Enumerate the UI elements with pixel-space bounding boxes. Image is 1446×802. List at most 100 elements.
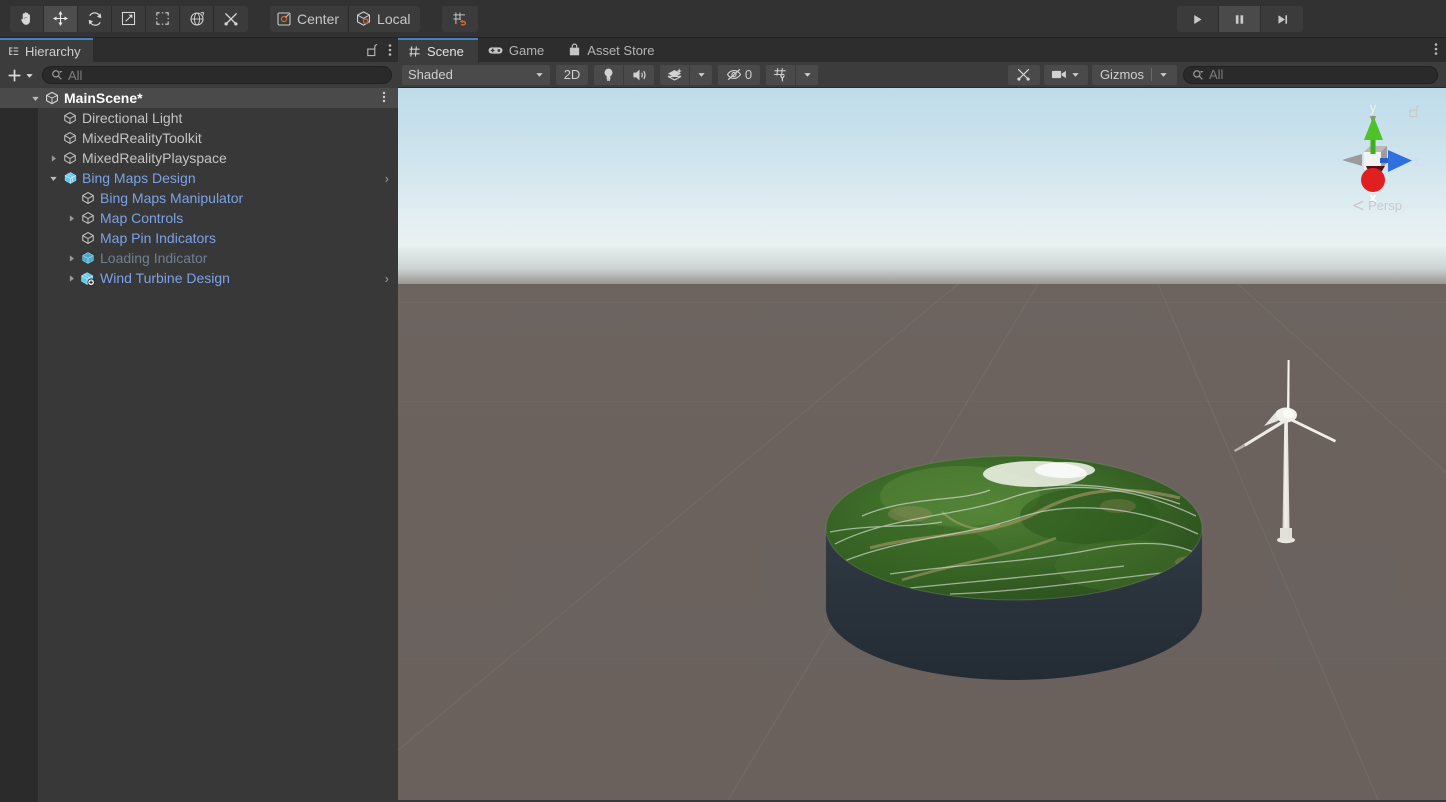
rect-tool-button[interactable] [146, 6, 180, 32]
pause-icon [1233, 13, 1246, 26]
hierarchy-twisty[interactable] [46, 168, 60, 188]
scene-panel-menu[interactable] [1434, 42, 1438, 61]
hierarchy-row-directional-light[interactable]: Directional Light [0, 108, 398, 128]
draw-mode-dropdown[interactable]: Shaded [402, 65, 550, 85]
gizmo-lock-button[interactable] [1407, 104, 1420, 123]
kebab-menu-icon[interactable] [388, 43, 392, 57]
scene-fx-dropdown[interactable] [690, 65, 712, 85]
axis-neg-z[interactable] [1342, 154, 1362, 166]
hidden-objects-count: 0 [745, 67, 752, 82]
hierarchy-row-label: Map Pin Indicators [100, 230, 216, 246]
scene-audio-toggle[interactable] [624, 65, 654, 85]
pause-button[interactable] [1219, 6, 1261, 32]
hand-tool-button[interactable] [10, 6, 44, 32]
prefab-open-chevron[interactable]: › [385, 171, 389, 186]
mode-2d-label: 2D [564, 67, 581, 82]
prefab-solid-icon [81, 251, 95, 265]
tab-scene-label: Scene [427, 44, 464, 59]
handle-rotation-button[interactable]: Local [349, 6, 419, 32]
hierarchy-row-loading-indicator[interactable]: Loading Indicator [0, 248, 398, 268]
grid-snapping-button[interactable] [442, 6, 478, 32]
hierarchy-row-mixedrealitytoolkit[interactable]: MixedRealityToolkit [0, 128, 398, 148]
hierarchy-row-map-pin-indicators[interactable]: Map Pin Indicators [0, 228, 398, 248]
gameobject-icon [63, 111, 77, 125]
hierarchy-twisty[interactable] [64, 268, 78, 288]
hierarchy-row-bing-maps-manipulator[interactable]: Bing Maps Manipulator [0, 188, 398, 208]
scene-grid-toggle[interactable] [766, 65, 796, 85]
tab-asset-store-label: Asset Store [587, 43, 654, 58]
scene-tabbar: Scene Game Asset Store [398, 38, 1446, 62]
twisty-right-icon [49, 154, 58, 163]
prefab-open-chevron[interactable]: › [385, 271, 389, 286]
scene-lighting-toggle[interactable] [594, 65, 624, 85]
gizmos-dropdown[interactable] [1159, 70, 1177, 79]
gizmos-button[interactable]: Gizmos [1092, 65, 1177, 85]
move-icon [51, 9, 70, 28]
local-handle-icon [355, 10, 372, 27]
grid-group [766, 65, 818, 85]
tab-game[interactable]: Game [478, 38, 558, 62]
scene-grid-icon [408, 45, 421, 58]
scene-view-toolbar: Shaded 2D [398, 62, 1446, 88]
scene-fx-toggle[interactable] [660, 65, 690, 85]
hierarchy-row-label: Map Controls [100, 210, 183, 226]
create-object-button[interactable] [6, 67, 34, 84]
hierarchy-tree: MainScene*Directional Light MixedRealityT… [0, 88, 398, 802]
lightbulb-icon [602, 67, 615, 82]
gameobject-icon [81, 231, 95, 245]
play-button[interactable] [1177, 6, 1219, 32]
hierarchy-twisty[interactable] [64, 248, 78, 268]
hierarchy-row-icon [62, 168, 78, 188]
lock-open-icon[interactable] [365, 43, 378, 57]
scene-panel: Scene Game Asset Store [398, 38, 1446, 802]
unity-editor-window: Center Local [0, 0, 1446, 802]
scene-grid-dropdown[interactable] [796, 65, 818, 85]
scene-search-placeholder: All [1209, 67, 1223, 82]
tab-asset-store[interactable]: Asset Store [558, 38, 668, 62]
transform-tool-button[interactable] [180, 6, 214, 32]
tab-scene[interactable]: Scene [398, 38, 478, 62]
pivot-handle-group: Center Local [270, 6, 420, 32]
transform-tools-group [10, 6, 248, 32]
tab-hierarchy[interactable]: Hierarchy [0, 38, 93, 62]
hidden-objects-button[interactable]: 0 [718, 65, 760, 85]
hierarchy-search-input[interactable]: All [42, 66, 392, 84]
axis-x-cone[interactable] [1361, 168, 1385, 192]
hierarchy-row-icon [80, 208, 96, 228]
hierarchy-row-wind-turbine-design[interactable]: Wind Turbine Design› [0, 268, 398, 288]
scene-row-menu[interactable] [382, 90, 386, 106]
hierarchy-twisty[interactable] [28, 88, 42, 108]
scene-tools-icon [1015, 66, 1032, 83]
hierarchy-row-mixedrealityplayspace[interactable]: MixedRealityPlayspace [0, 148, 398, 168]
hierarchy-row-mainscene[interactable]: MainScene* [0, 88, 398, 108]
scene-camera-icon [1051, 69, 1067, 80]
scene-viewport[interactable]: y z x [398, 88, 1446, 800]
hierarchy-twisty[interactable] [46, 148, 60, 168]
toggle-2d-button[interactable]: 2D [556, 65, 588, 85]
pivot-mode-button[interactable]: Center [270, 6, 349, 32]
hierarchy-row-map-controls[interactable]: Map Controls [0, 208, 398, 228]
chevron-down-icon [1159, 70, 1168, 79]
hierarchy-row-icon [62, 108, 78, 128]
chevron-down-icon [1071, 70, 1080, 79]
move-tool-button[interactable] [44, 6, 78, 32]
hierarchy-row-label: MixedRealityToolkit [82, 130, 202, 146]
hierarchy-twisty[interactable] [64, 208, 78, 228]
axis-z-cone[interactable] [1388, 150, 1412, 172]
wrench-screwdriver-icon [222, 10, 240, 28]
step-button[interactable] [1261, 6, 1303, 32]
chevron-down-icon [535, 70, 544, 79]
tab-game-label: Game [509, 43, 544, 58]
projection-mode-toggle[interactable]: Persp [1352, 198, 1402, 213]
scene-search-input[interactable]: All [1183, 66, 1438, 84]
axis-y-cone[interactable] [1364, 116, 1383, 140]
scene-camera-button[interactable] [1044, 65, 1088, 85]
twisty-down-icon [31, 94, 40, 103]
lighting-audio-group [594, 65, 654, 85]
scale-tool-button[interactable] [112, 6, 146, 32]
hierarchy-row-bing-maps-design[interactable]: Bing Maps Design› [0, 168, 398, 188]
scene-tools-button[interactable] [1008, 65, 1040, 85]
rotate-tool-button[interactable] [78, 6, 112, 32]
hierarchy-row-label: Bing Maps Manipulator [100, 190, 243, 206]
custom-tool-button[interactable] [214, 6, 248, 32]
